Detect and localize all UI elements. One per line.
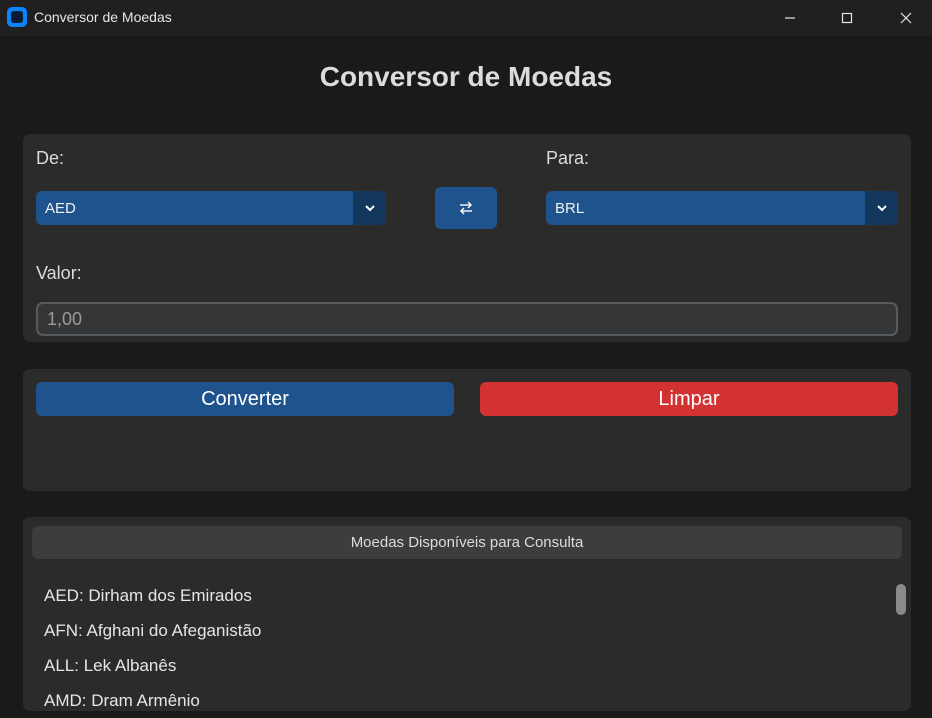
- to-currency-select[interactable]: BRL: [546, 191, 898, 225]
- from-currency-select[interactable]: AED: [36, 191, 386, 225]
- window-title: Conversor de Moedas: [34, 9, 172, 25]
- from-currency-label: De:: [36, 148, 65, 168]
- currency-list-header: Moedas Disponíveis para Consulta: [32, 526, 902, 559]
- close-icon: [900, 12, 912, 24]
- close-button[interactable]: [883, 0, 929, 36]
- maximize-icon: [841, 12, 853, 24]
- clear-button[interactable]: Limpar: [480, 382, 898, 416]
- list-item: AMD: Dram Armênio: [44, 691, 200, 706]
- list-item: ALL: Lek Albanês: [44, 656, 177, 675]
- list-item: AFN: Afghani do Afeganistão: [44, 621, 262, 640]
- maximize-button[interactable]: [824, 0, 870, 36]
- amount-label: Valor:: [36, 263, 82, 283]
- convert-button[interactable]: Converter: [36, 382, 454, 416]
- minimize-icon: [785, 17, 795, 19]
- swap-currencies-button[interactable]: [435, 187, 497, 229]
- chevron-down-icon[interactable]: [353, 191, 386, 225]
- scrollbar-thumb[interactable]: [896, 584, 906, 615]
- chevron-down-icon[interactable]: [865, 191, 898, 225]
- title-bar: Conversor de Moedas: [0, 0, 932, 36]
- app-icon: [7, 7, 27, 27]
- to-currency-value: BRL: [555, 199, 585, 217]
- minimize-button[interactable]: [767, 0, 813, 36]
- to-currency-label: Para:: [546, 148, 590, 168]
- swap-arrows-icon: [460, 201, 472, 215]
- page-title: Conversor de Moedas: [319, 61, 613, 92]
- list-item: AED: Dirham dos Emirados: [44, 586, 252, 605]
- currency-list[interactable]: AED: Dirham dos Emirados AFN: Afghani do…: [23, 560, 911, 706]
- amount-input[interactable]: [36, 302, 898, 336]
- from-currency-value: AED: [45, 199, 76, 217]
